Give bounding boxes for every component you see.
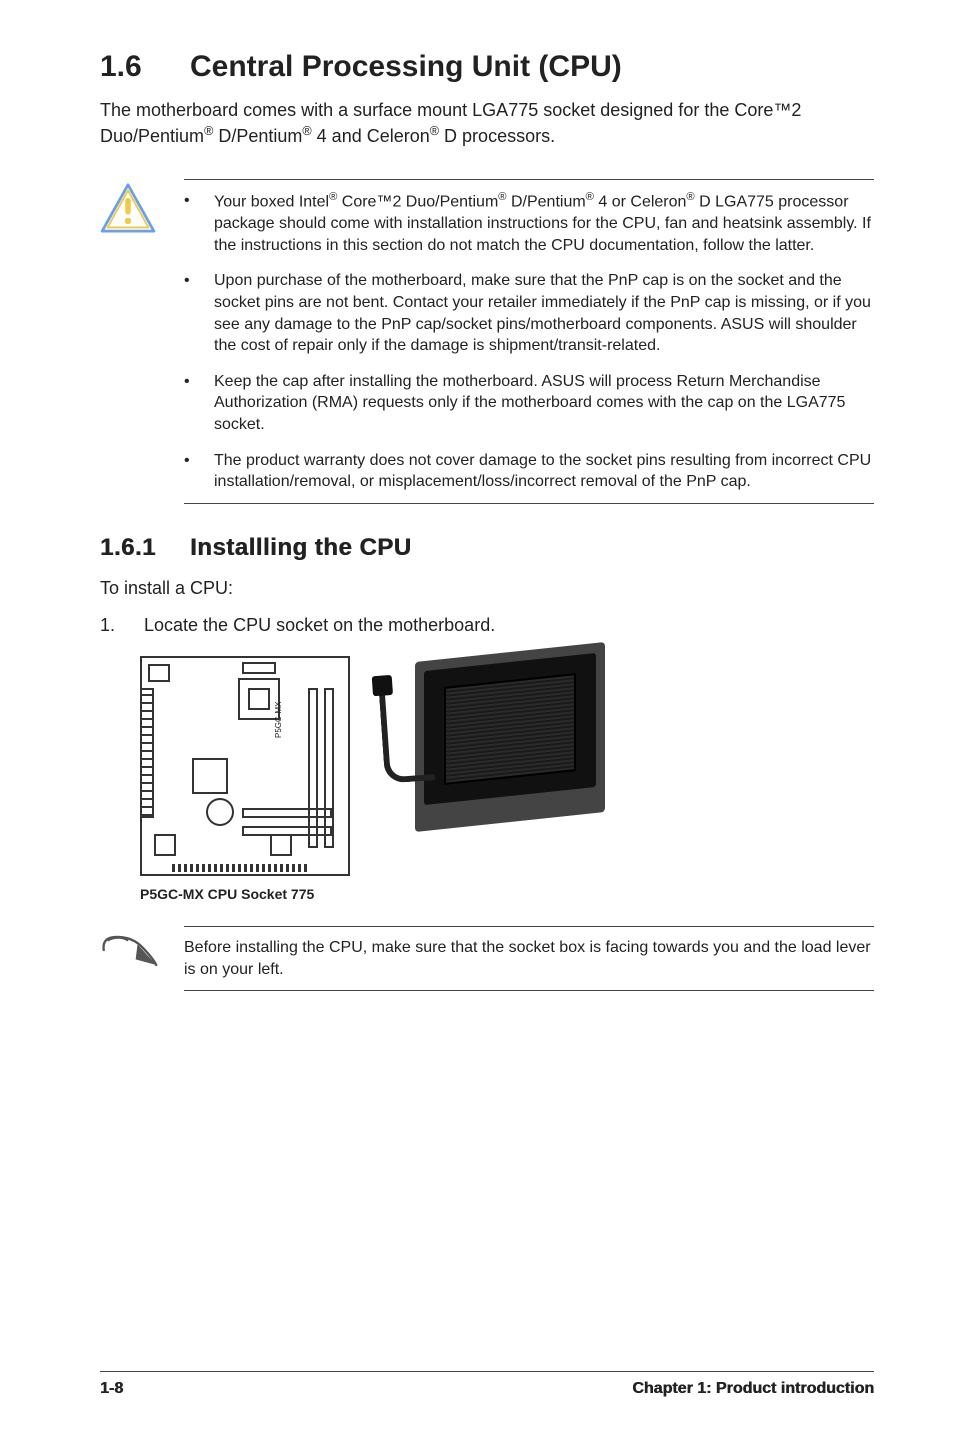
warning-item: • Your boxed Intel® Core™2 Duo/Pentium® …	[184, 190, 874, 256]
page-number: 1-8	[100, 1380, 123, 1398]
cpu-socket-diagram	[410, 652, 610, 822]
motherboard-diagram: P5GC-MX	[140, 656, 350, 876]
section-number: 1.6	[100, 50, 190, 84]
section-heading: 1.6Central Processing Unit (CPU)	[100, 50, 874, 84]
warning-item: • Keep the cap after installing the moth…	[184, 371, 874, 436]
subsection-title: Installling the CPU	[190, 534, 412, 561]
warning-item: • The product warranty does not cover da…	[184, 450, 874, 493]
warning-item: • Upon purchase of the motherboard, make…	[184, 270, 874, 356]
section-title: Central Processing Unit (CPU)	[190, 50, 622, 83]
figure-row: P5GC-MX	[140, 656, 874, 876]
figure-caption: P5GC-MX CPU Socket 775	[140, 886, 874, 902]
warning-body: • Your boxed Intel® Core™2 Duo/Pentium® …	[184, 179, 874, 503]
page-footer: 1-8 Chapter 1: Product introduction	[100, 1371, 874, 1398]
warning-icon	[100, 179, 160, 503]
step-1: 1. Locate the CPU socket on the motherbo…	[100, 615, 874, 636]
intro-paragraph: The motherboard comes with a surface mou…	[100, 98, 874, 149]
step-text: Locate the CPU socket on the motherboard…	[144, 615, 495, 636]
note-body: Before installing the CPU, make sure tha…	[184, 926, 874, 991]
warning-callout: • Your boxed Intel® Core™2 Duo/Pentium® …	[100, 179, 874, 503]
subsection-number: 1.6.1	[100, 534, 190, 562]
note-item: Before installing the CPU, make sure tha…	[184, 937, 874, 980]
lead-text: To install a CPU:	[100, 576, 874, 601]
subsection-heading: 1.6.1Installling the CPU	[100, 534, 874, 562]
chapter-label: Chapter 1: Product introduction	[632, 1380, 874, 1398]
board-label: P5GC-MX	[274, 702, 283, 738]
note-icon	[100, 926, 160, 991]
step-number: 1.	[100, 615, 120, 636]
note-callout: Before installing the CPU, make sure tha…	[100, 926, 874, 991]
